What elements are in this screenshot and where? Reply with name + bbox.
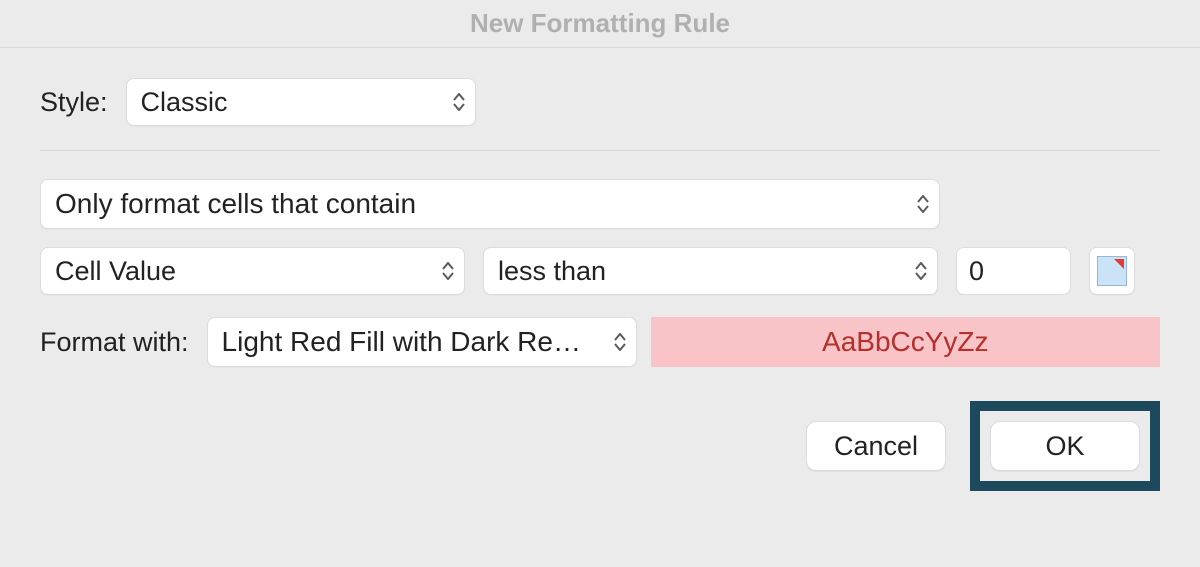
style-select[interactable]: Classic <box>126 78 476 126</box>
condition-row: Cell Value less than <box>40 247 1160 295</box>
style-label: Style: <box>40 87 108 118</box>
rule-type-select[interactable]: Only format cells that contain <box>40 179 940 229</box>
style-row: Style: Classic <box>40 78 1160 126</box>
window-title: New Formatting Rule <box>470 8 730 39</box>
rule-type-row: Only format cells that contain <box>40 179 1160 229</box>
operator-select[interactable]: less than <box>483 247 938 295</box>
threshold-input[interactable] <box>956 247 1071 295</box>
ok-button-label: OK <box>1045 431 1084 462</box>
cancel-button[interactable]: Cancel <box>806 421 946 471</box>
sort-icon <box>453 93 465 111</box>
ok-button-highlight: OK <box>970 401 1160 491</box>
ok-button[interactable]: OK <box>990 421 1140 471</box>
format-select-value: Light Red Fill with Dark Red T... <box>222 326 592 358</box>
dialog-content: Style: Classic Only format cells that co… <box>0 48 1200 491</box>
preview-sample-text: AaBbCcYyZz <box>822 326 989 358</box>
format-select[interactable]: Light Red Fill with Dark Red T... <box>207 317 637 367</box>
range-picker-button[interactable] <box>1089 247 1135 295</box>
sort-icon <box>614 333 626 351</box>
operator-text: less than <box>498 256 606 287</box>
format-with-label: Format with: <box>40 327 189 358</box>
dialog-buttons: Cancel OK <box>40 401 1160 491</box>
cancel-button-label: Cancel <box>834 431 918 462</box>
divider <box>40 150 1160 151</box>
format-preview: AaBbCcYyZz <box>651 317 1160 367</box>
range-picker-icon <box>1097 256 1127 286</box>
style-select-value: Classic <box>141 87 228 118</box>
sort-icon <box>915 262 927 280</box>
sort-icon <box>917 195 929 213</box>
cell-value-select[interactable]: Cell Value <box>40 247 465 295</box>
title-bar: New Formatting Rule <box>0 0 1200 48</box>
rule-type-value: Only format cells that contain <box>55 188 416 220</box>
sort-icon <box>442 262 454 280</box>
cell-value-text: Cell Value <box>55 256 176 287</box>
format-with-row: Format with: Light Red Fill with Dark Re… <box>40 317 1160 367</box>
